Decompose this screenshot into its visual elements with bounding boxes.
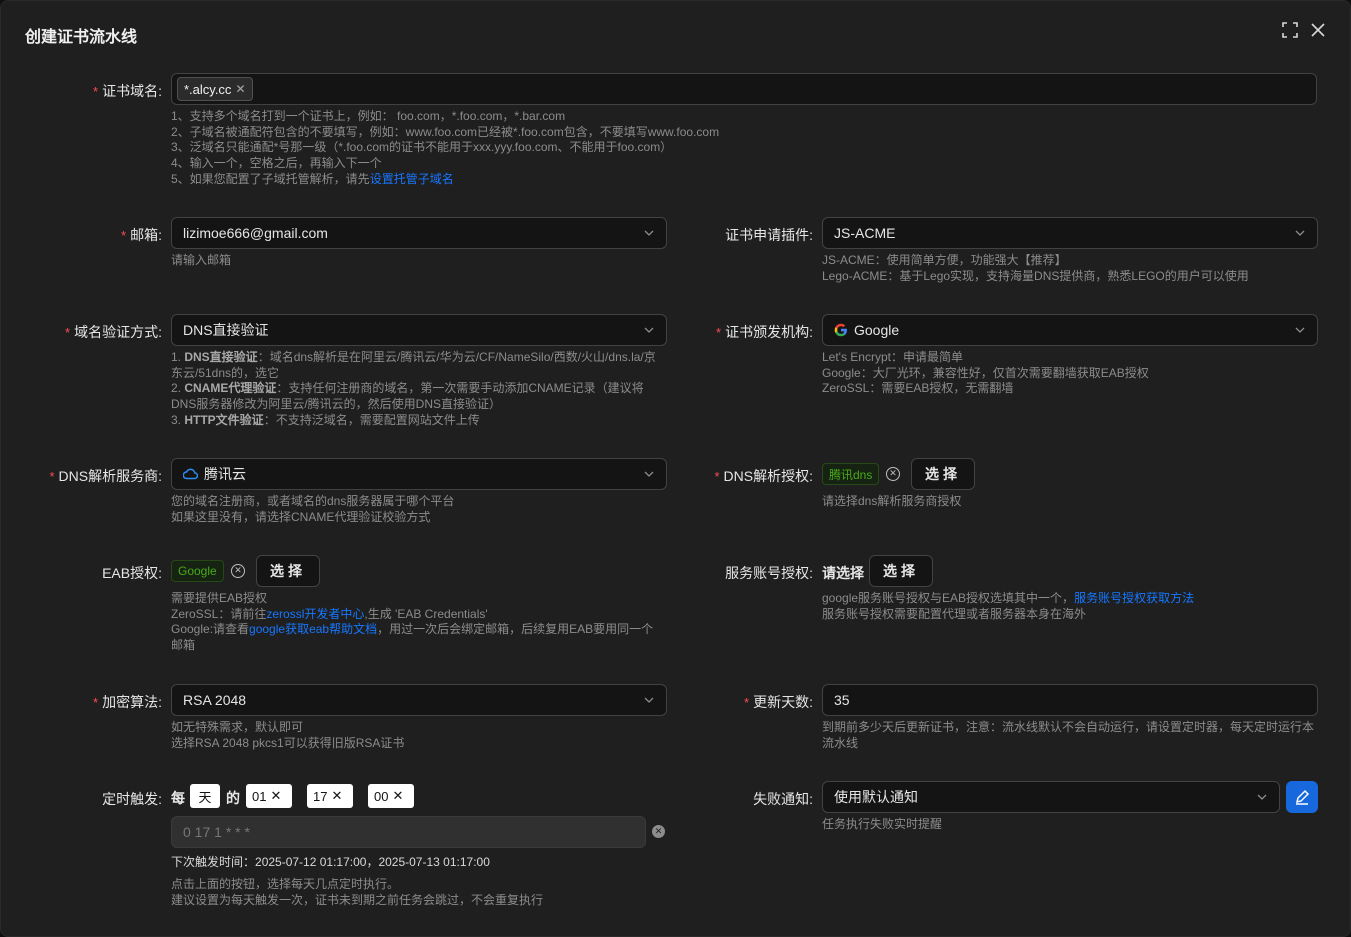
zerossl-dev-link[interactable]: zerossl开发者中心 bbox=[266, 607, 364, 621]
algo-select[interactable]: RSA 2048 bbox=[171, 684, 667, 716]
google-eab-doc-link[interactable]: google获取eab帮助文档 bbox=[249, 622, 377, 636]
notify-help: 任务执行失败实时提醒 bbox=[822, 817, 943, 831]
clear-circle-icon[interactable]: ✕ bbox=[652, 825, 665, 838]
eab-help: 需要提供EAB授权 ZeroSSL：请前往zerossl开发者中心,生成 'EA… bbox=[171, 591, 654, 653]
schedule-second-select[interactable]: 00 ✕ bbox=[368, 784, 414, 808]
service-account-select-button[interactable]: 选择 bbox=[869, 555, 933, 587]
algo-help: 如无特殊需求，默认即可 选择RSA 2048 pkcs1可以获得旧版RSA证书 bbox=[171, 720, 405, 750]
schedule-word-of: 的 bbox=[226, 790, 240, 806]
email-select[interactable]: lizimoe666@gmail.com bbox=[171, 217, 667, 249]
google-icon bbox=[834, 323, 848, 337]
chevron-down-icon bbox=[644, 230, 654, 236]
clear-circle-icon[interactable]: ✕ bbox=[231, 564, 245, 578]
tag-remove-icon[interactable]: ✕ bbox=[235, 82, 245, 96]
ca-select[interactable]: Google bbox=[822, 314, 1318, 346]
plugin-select[interactable]: JS-ACME bbox=[822, 217, 1318, 249]
notify-select[interactable]: 使用默认通知 bbox=[822, 781, 1280, 813]
schedule-label: 定时触发: bbox=[102, 791, 162, 807]
domain-help: 1、支持多个域名打到一个证书上，例如： foo.com，*.foo.com，*.… bbox=[171, 109, 720, 186]
notify-label: 失败通知: bbox=[753, 791, 813, 807]
renew-days-input[interactable]: 35 bbox=[822, 684, 1318, 716]
chevron-down-icon bbox=[644, 327, 654, 333]
verify-select[interactable]: DNS直接验证 bbox=[171, 314, 667, 346]
remove-icon: ✕ bbox=[270, 788, 282, 803]
algo-label: * 加密算法: bbox=[93, 694, 162, 710]
dns-auth-select-button[interactable]: 选择 bbox=[911, 458, 975, 490]
eab-label: EAB授权: bbox=[102, 565, 162, 581]
plugin-label: 证书申请插件: bbox=[725, 227, 813, 243]
renew-help: 到期前多少天后更新证书，注意：流水线默认不会自动运行，请设置定时器，每天定时运行… bbox=[822, 720, 1315, 750]
chevron-down-icon bbox=[1295, 230, 1305, 236]
renew-label: * 更新天数: bbox=[744, 694, 813, 710]
dns-auth-label: * DNS解析授权: bbox=[714, 468, 813, 484]
clear-circle-icon[interactable]: ✕ bbox=[886, 467, 900, 481]
dns-provider-select[interactable]: 腾讯云 bbox=[171, 458, 667, 490]
service-account-help: google服务账号授权与EAB授权选填其中一个，服务账号授权获取方法 服务账号… bbox=[822, 591, 1195, 621]
dns-auth-help: 请选择dns解析服务商授权 bbox=[822, 494, 962, 508]
domain-input[interactable]: *.alcy.cc ✕ bbox=[171, 73, 1317, 105]
remove-icon: ✕ bbox=[331, 788, 343, 803]
eab-select-button[interactable]: 选择 bbox=[256, 555, 320, 587]
schedule-help: 点击上面的按钮，选择每天几点定时执行。 建议设置为每天触发一次，证书未到期之前任… bbox=[171, 877, 544, 907]
chevron-down-icon bbox=[644, 697, 654, 703]
email-help: 请输入邮箱 bbox=[171, 253, 232, 267]
chevron-down-icon bbox=[1257, 794, 1267, 800]
email-label: * 邮箱: bbox=[121, 227, 162, 243]
plugin-help: JS-ACME：使用简单方便，功能强大【推荐】 Lego-ACME：基于Lego… bbox=[822, 253, 1249, 283]
edit-icon bbox=[1295, 789, 1310, 805]
verify-help: 1. DNS直接验证：域名dns解析是在阿里云/腾讯云/华为云/CF/NameS… bbox=[171, 350, 656, 427]
chevron-down-icon bbox=[644, 471, 654, 477]
service-account-method-link[interactable]: 服务账号授权获取方法 bbox=[1074, 591, 1194, 605]
close-icon[interactable] bbox=[1309, 21, 1329, 43]
next-trigger-time: 下次触发时间：2025-07-12 01:17:00，2025-07-13 01… bbox=[171, 855, 490, 869]
create-pipeline-modal: 创建证书流水线 * 证书域名: *.alcy.cc ✕ 1、支持多个域名打到一个证书… bbox=[0, 0, 1351, 937]
domain-tag: *.alcy.cc ✕ bbox=[177, 77, 253, 101]
cron-expression-input: 0 17 1 * * * bbox=[171, 816, 646, 848]
tencent-cloud-icon bbox=[183, 468, 198, 480]
ca-label: * 证书颁发机构: bbox=[716, 324, 813, 340]
schedule-word-every: 每 bbox=[171, 790, 185, 806]
dns-provider-help: 您的域名注册商，或者域名的dns服务器属于哪个平台 如果这里没有，请选择CNAM… bbox=[171, 494, 455, 524]
service-account-value: 请选择 bbox=[822, 565, 864, 581]
edit-notify-button[interactable] bbox=[1286, 781, 1318, 813]
remove-icon: ✕ bbox=[392, 788, 404, 803]
service-account-label: 服务账号授权: bbox=[725, 565, 813, 581]
dns-auth-tag: 腾讯dns bbox=[822, 463, 880, 485]
dns-provider-label: * DNS解析服务商: bbox=[49, 468, 162, 484]
eab-tag: Google bbox=[171, 560, 224, 582]
schedule-unit-select[interactable]: 天 bbox=[190, 784, 220, 808]
chevron-down-icon bbox=[1295, 327, 1305, 333]
ca-help: Let's Encrypt：申请最简单 Google：大厂光环，兼容性好，仅首次… bbox=[822, 350, 1149, 396]
domain-label: * 证书域名: bbox=[93, 83, 162, 99]
schedule-hour-select[interactable]: 01 ✕ bbox=[246, 784, 292, 808]
verify-label: * 域名验证方式: bbox=[65, 324, 162, 340]
fullscreen-icon[interactable] bbox=[1281, 21, 1301, 43]
schedule-minute-select[interactable]: 17 ✕ bbox=[307, 784, 353, 808]
modal-title: 创建证书流水线 bbox=[25, 29, 138, 46]
subdomain-setting-link[interactable]: 设置托管子域名 bbox=[370, 172, 454, 186]
